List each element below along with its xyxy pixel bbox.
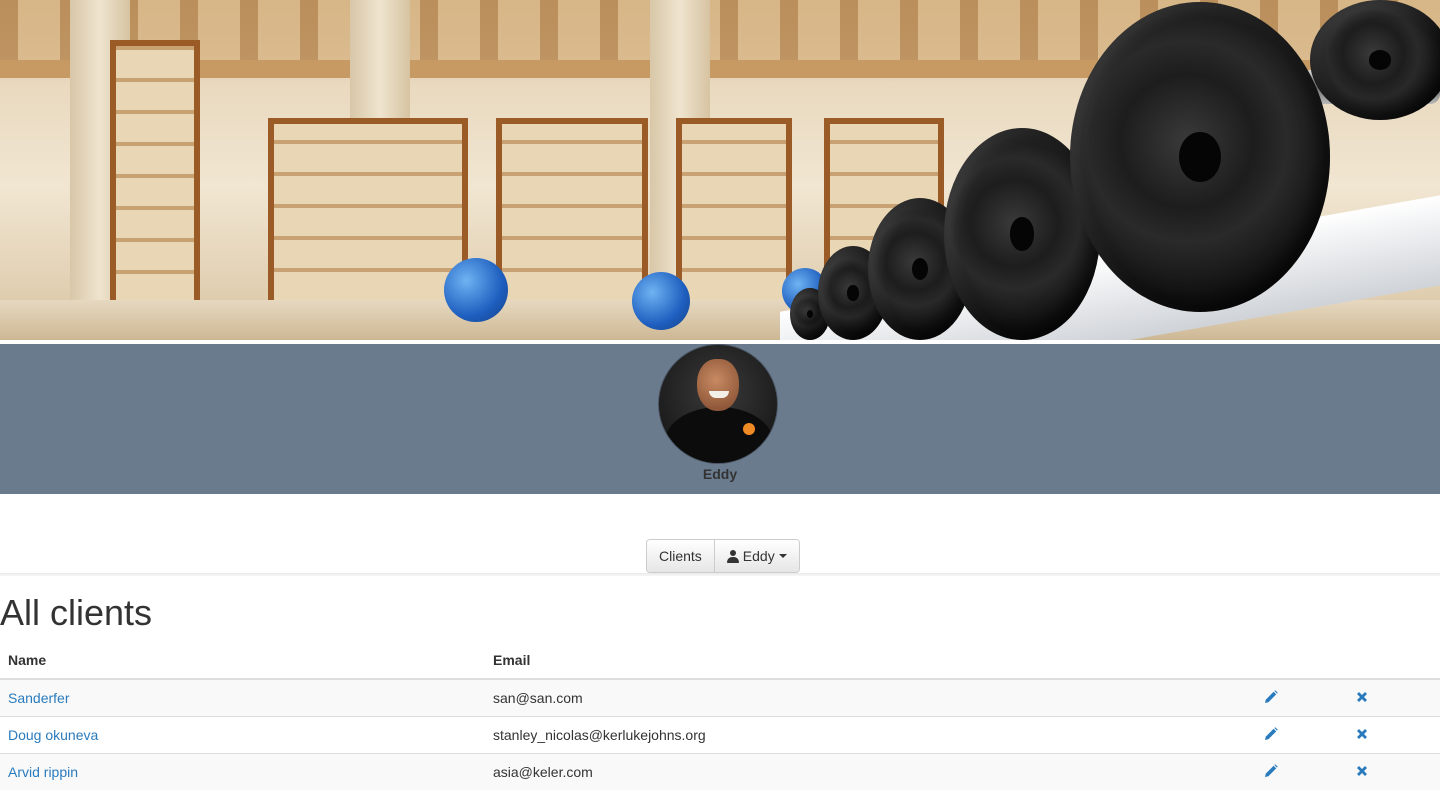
nav-button-group: Clients Eddy	[646, 539, 800, 573]
client-email: san@san.com	[485, 678, 1256, 717]
column-header-delete	[1348, 642, 1440, 680]
chevron-down-icon	[778, 554, 787, 558]
user-menu-label: Eddy	[742, 548, 775, 564]
hero-banner	[0, 0, 1440, 340]
pencil-icon[interactable]	[1264, 689, 1278, 704]
client-name-link[interactable]: Arvid rippin	[8, 764, 78, 780]
close-icon[interactable]	[1356, 765, 1368, 777]
hero-window	[110, 40, 200, 340]
column-header-edit	[1256, 642, 1348, 680]
hero-dumbbell-plate	[1310, 0, 1440, 120]
table-row: Arvid rippin asia@keler.com	[0, 753, 1440, 790]
user-icon	[726, 549, 739, 563]
page-title: All clients	[0, 592, 153, 633]
pencil-icon[interactable]	[1264, 763, 1278, 778]
close-icon[interactable]	[1356, 691, 1368, 703]
profile-name: Eddy	[702, 466, 738, 482]
hero-dumbbell-plate	[1070, 2, 1330, 312]
header-divider	[0, 573, 1440, 576]
pencil-icon[interactable]	[1264, 726, 1278, 741]
clients-button-label: Clients	[659, 548, 702, 564]
user-menu-button[interactable]: Eddy	[713, 540, 799, 572]
column-header-name: Name	[0, 642, 485, 680]
avatar-body	[665, 407, 773, 463]
hero-exercise-ball	[632, 272, 690, 330]
client-name-link[interactable]: Doug okuneva	[8, 727, 98, 743]
clients-button[interactable]: Clients	[647, 540, 714, 572]
avatar	[658, 344, 778, 464]
clients-table: Name Email Sanderfer san@san.com Doug ok…	[0, 642, 1440, 790]
hero-exercise-ball	[444, 258, 508, 322]
client-name-link[interactable]: Sanderfer	[8, 690, 69, 706]
avatar-head	[697, 359, 739, 411]
table-header-row: Name Email	[0, 642, 1440, 680]
profile-band: Eddy	[0, 344, 1440, 494]
avatar-shirt-logo	[743, 423, 755, 435]
table-row: Sanderfer san@san.com	[0, 678, 1440, 717]
table-row: Doug okuneva stanley_nicolas@kerlukejohn…	[0, 716, 1440, 754]
client-email: asia@keler.com	[485, 753, 1256, 790]
client-email: stanley_nicolas@kerlukejohns.org	[485, 716, 1256, 754]
close-icon[interactable]	[1356, 728, 1368, 740]
column-header-email: Email	[485, 642, 1256, 680]
